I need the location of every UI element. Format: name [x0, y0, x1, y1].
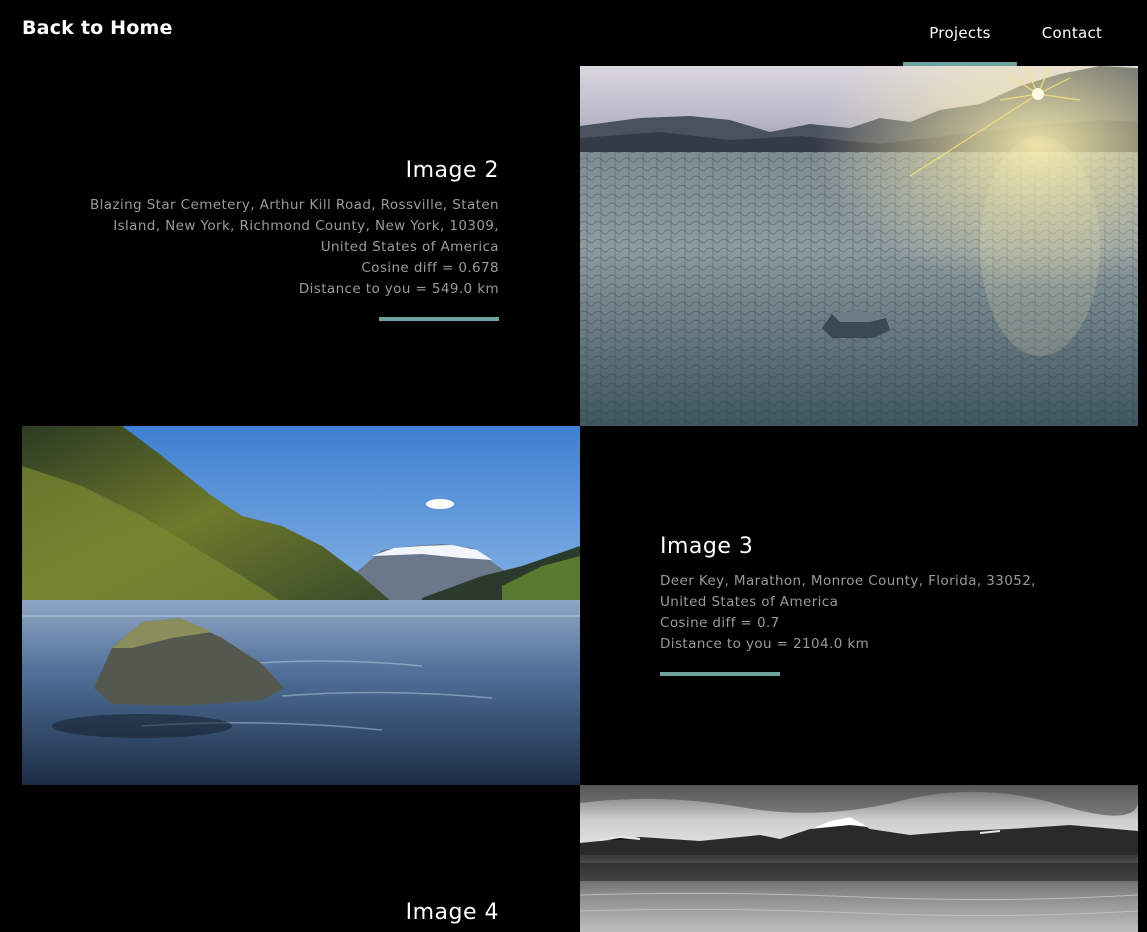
image-3-accent-bar [660, 672, 780, 676]
nav-contact-label: Contact [1041, 24, 1103, 42]
image-3-distance: Distance to you = 2104.0 km [660, 636, 870, 652]
caption-image-4: Image 4 [79, 900, 499, 932]
image-2-accent-bar [379, 317, 499, 321]
image-3-cosine: Cosine diff = 0.7 [660, 615, 780, 631]
caption-image-2: Image 2 Blazing Star Cemetery, Arthur Ki… [79, 158, 499, 321]
image-4-title: Image 4 [405, 900, 499, 925]
back-to-home-link[interactable]: Back to Home [22, 17, 173, 39]
gallery-page: Back to Home Projects Contact Image 2 Bl… [0, 0, 1147, 932]
image-3-address: Deer Key, Marathon, Monroe County, Flori… [660, 573, 1036, 610]
photo-mountain-lake[interactable] [580, 785, 1138, 932]
nav-projects[interactable]: Projects [903, 0, 1017, 66]
nav-contact[interactable]: Contact [1017, 0, 1127, 66]
image-2-title: Image 2 [405, 158, 499, 183]
caption-image-3: Image 3 Deer Key, Marathon, Monroe Count… [660, 534, 1080, 676]
photo-desert-playa[interactable] [580, 66, 1138, 426]
mountain-lake-image [580, 785, 1138, 932]
top-nav: Projects Contact [903, 0, 1127, 66]
image-2-distance: Distance to you = 549.0 km [298, 281, 499, 297]
image-2-address: Blazing Star Cemetery, Arthur Kill Road,… [89, 197, 499, 255]
desert-playa-image [580, 66, 1138, 426]
image-3-title: Image 3 [660, 534, 754, 559]
photo-fjord-river[interactable] [22, 426, 580, 785]
image-2-cosine: Cosine diff = 0.678 [361, 260, 499, 276]
fjord-river-image [22, 426, 580, 785]
nav-projects-label: Projects [929, 24, 991, 42]
